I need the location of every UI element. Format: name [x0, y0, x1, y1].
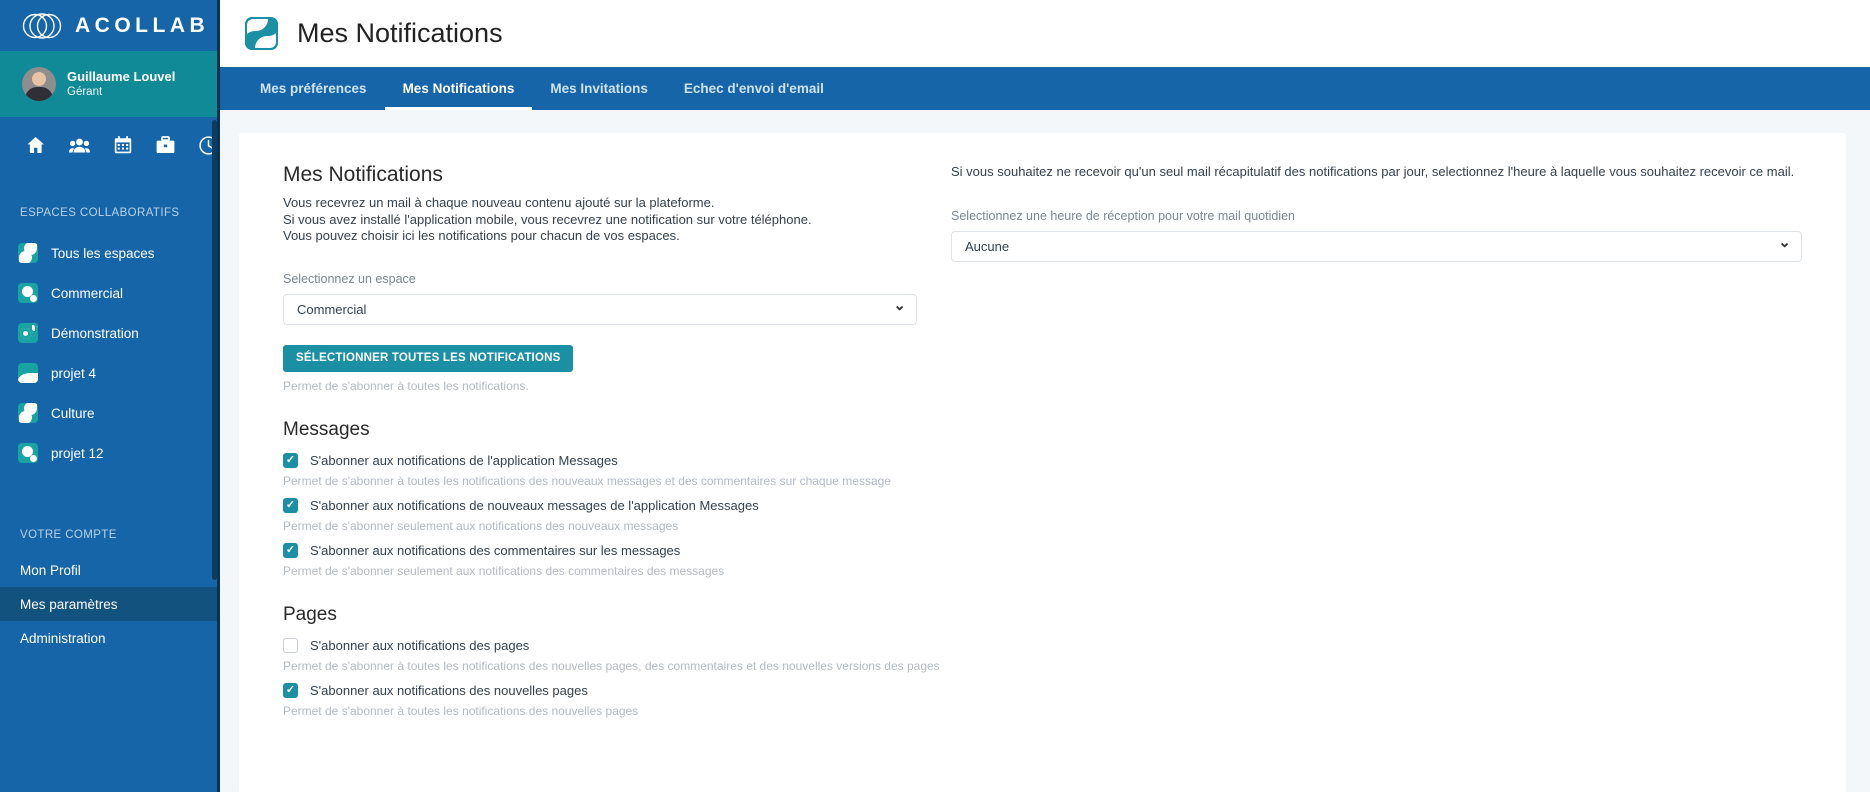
- notification-option-row[interactable]: S'abonner aux notifications des pages: [283, 637, 941, 653]
- description-line-1: Vous recevrez un mail à chaque nouveau c…: [283, 195, 715, 210]
- description-line-3: Vous pouvez choisir ici les notification…: [283, 228, 680, 244]
- option-label: S'abonner aux notifications de nouveaux …: [310, 497, 759, 513]
- space-select-label: Selectionnez un espace: [283, 271, 416, 286]
- account-item-label: Mon Profil: [20, 562, 81, 578]
- space-icon-projet-4: [18, 363, 38, 383]
- account-item-label: Administration: [20, 630, 106, 646]
- hour-select-label: Selectionnez une heure de réception pour…: [951, 208, 1295, 223]
- app-root: ACOLLAB Guillaume Louvel Gérant ESPACES …: [0, 0, 1870, 792]
- tab-echec-envoi-email[interactable]: Echec d'envoi d'email: [666, 67, 842, 110]
- checkbox-messages-app[interactable]: ✓: [283, 452, 298, 468]
- users-icon[interactable]: [69, 136, 90, 154]
- sidebar-item-projet-12[interactable]: projet 12: [0, 433, 220, 473]
- sidebar-item-tous-les-espaces[interactable]: Tous les espaces: [0, 233, 220, 273]
- checkbox-messages-comments[interactable]: ✓: [283, 542, 298, 558]
- space-icon-projet-12: [18, 443, 38, 463]
- sidebar: ACOLLAB Guillaume Louvel Gérant ESPACES …: [0, 0, 220, 792]
- main-area: Mes Notifications Mes préférences Mes No…: [220, 0, 1870, 792]
- space-icon-culture: [18, 403, 38, 423]
- acollab-swirl-icon: [16, 9, 68, 43]
- select-all-hint: Permet de s'abonner à toutes les notific…: [283, 378, 529, 393]
- spaces-section-label: ESPACES COLLABORATIFS: [20, 207, 180, 219]
- spaces-list: Tous les espaces Commercial Démonstratio…: [0, 233, 220, 473]
- right-column: Si vous souhaitez ne recevoir qu'un seul…: [941, 163, 1802, 753]
- option-label: S'abonner aux notifications de l'applica…: [310, 452, 618, 468]
- card-title: Mes Notifications: [283, 163, 443, 186]
- notifications-card: Mes Notifications Vous recevrez un mail …: [239, 133, 1846, 792]
- select-all-notifications-button[interactable]: SÉLECTIONNER TOUTES LES NOTIFICATIONS: [283, 344, 574, 372]
- brand-name: ACOLLAB: [75, 13, 210, 37]
- calendar-icon[interactable]: [114, 136, 132, 154]
- user-card[interactable]: Guillaume Louvel Gérant: [0, 51, 220, 117]
- space-icon-commercial: [18, 283, 38, 303]
- home-icon[interactable]: [26, 136, 45, 154]
- option-hint: Permet de s'abonner à toutes les notific…: [283, 473, 891, 488]
- tab-mes-notifications[interactable]: Mes Notifications: [384, 67, 533, 110]
- page-mark-icon: [244, 16, 279, 51]
- option-label: S'abonner aux notifications des pages: [310, 637, 530, 653]
- user-name: Guillaume Louvel: [67, 68, 176, 84]
- space-select-value: Commercial: [297, 301, 367, 317]
- tabbar: Mes préférences Mes Notifications Mes In…: [220, 67, 1870, 110]
- option-label: S'abonner aux notifications des nouvelle…: [310, 682, 588, 698]
- account-list: Mon Profil Mes paramètres Administration: [0, 553, 220, 655]
- checkbox-pages-all[interactable]: [283, 637, 298, 653]
- left-column: Mes Notifications Vous recevrez un mail …: [283, 163, 941, 753]
- notification-option-row[interactable]: ✓ S'abonner aux notifications des nouvel…: [283, 682, 941, 698]
- chevron-down-icon: ⌄: [893, 296, 906, 314]
- tab-label: Mes Notifications: [402, 81, 515, 96]
- sidebar-item-mes-parametres[interactable]: Mes paramètres: [0, 587, 220, 621]
- brand-header[interactable]: ACOLLAB: [0, 0, 220, 51]
- sidebar-item-mon-profil[interactable]: Mon Profil: [0, 553, 220, 587]
- page-header: Mes Notifications: [220, 0, 1870, 67]
- tab-mes-preferences[interactable]: Mes préférences: [242, 67, 385, 110]
- space-label: Tous les espaces: [51, 245, 155, 261]
- space-label: Démonstration: [51, 325, 139, 341]
- hour-select[interactable]: Aucune ⌄: [951, 230, 1802, 262]
- notification-option-row[interactable]: ✓ S'abonner aux notifications des commen…: [283, 542, 941, 558]
- option-hint: Permet de s'abonner à toutes les notific…: [283, 703, 639, 718]
- account-item-label: Mes paramètres: [20, 596, 118, 612]
- sidebar-item-projet-4[interactable]: projet 4: [0, 353, 220, 393]
- option-hint: Permet de s'abonner seulement aux notifi…: [283, 563, 725, 578]
- space-label: projet 4: [51, 365, 97, 381]
- hour-select-value: Aucune: [965, 238, 1010, 254]
- notification-option-row[interactable]: ✓ S'abonner aux notifications de nouveau…: [283, 497, 941, 513]
- space-label: projet 12: [51, 445, 104, 461]
- page-title: Mes Notifications: [297, 18, 503, 48]
- space-icon-demonstration: [18, 323, 38, 343]
- sidebar-item-administration[interactable]: Administration: [0, 621, 220, 655]
- tab-label: Mes Invitations: [550, 81, 648, 96]
- tab-mes-invitations[interactable]: Mes Invitations: [532, 67, 666, 110]
- group-title-pages: Pages: [283, 603, 337, 625]
- tab-label: Echec d'envoi d'email: [683, 81, 824, 96]
- sidebar-item-demonstration[interactable]: Démonstration: [0, 313, 220, 353]
- description-line-2: Si vous avez installé l'application mobi…: [283, 211, 812, 227]
- space-label: Culture: [51, 405, 95, 421]
- option-hint: Permet de s'abonner à toutes les notific…: [283, 658, 940, 673]
- checkbox-pages-new[interactable]: ✓: [283, 682, 298, 698]
- tab-label: Mes préférences: [260, 81, 367, 96]
- checkbox-messages-new[interactable]: ✓: [283, 497, 298, 513]
- account-section-label: VOTRE COMPTE: [20, 529, 117, 541]
- content-scroll: Mes Notifications Vous recevrez un mail …: [220, 110, 1870, 792]
- space-label: Commercial: [51, 285, 124, 301]
- space-select[interactable]: Commercial ⌄: [283, 293, 917, 325]
- user-role: Gérant: [67, 85, 103, 98]
- chevron-down-icon: ⌄: [1778, 233, 1791, 251]
- daily-digest-paragraph: Si vous souhaitez ne recevoir qu'un seul…: [951, 164, 1795, 179]
- briefcase-icon[interactable]: [156, 136, 175, 154]
- group-title-messages: Messages: [283, 418, 370, 440]
- option-hint: Permet de s'abonner seulement aux notifi…: [283, 518, 679, 533]
- option-label: S'abonner aux notifications des commenta…: [310, 542, 681, 558]
- avatar: [22, 67, 56, 101]
- sidebar-item-culture[interactable]: Culture: [0, 393, 220, 433]
- quick-icon-row: [0, 117, 220, 173]
- space-icon-all: [18, 243, 38, 263]
- notification-option-row[interactable]: ✓ S'abonner aux notifications de l'appli…: [283, 452, 941, 468]
- sidebar-item-commercial[interactable]: Commercial: [0, 273, 220, 313]
